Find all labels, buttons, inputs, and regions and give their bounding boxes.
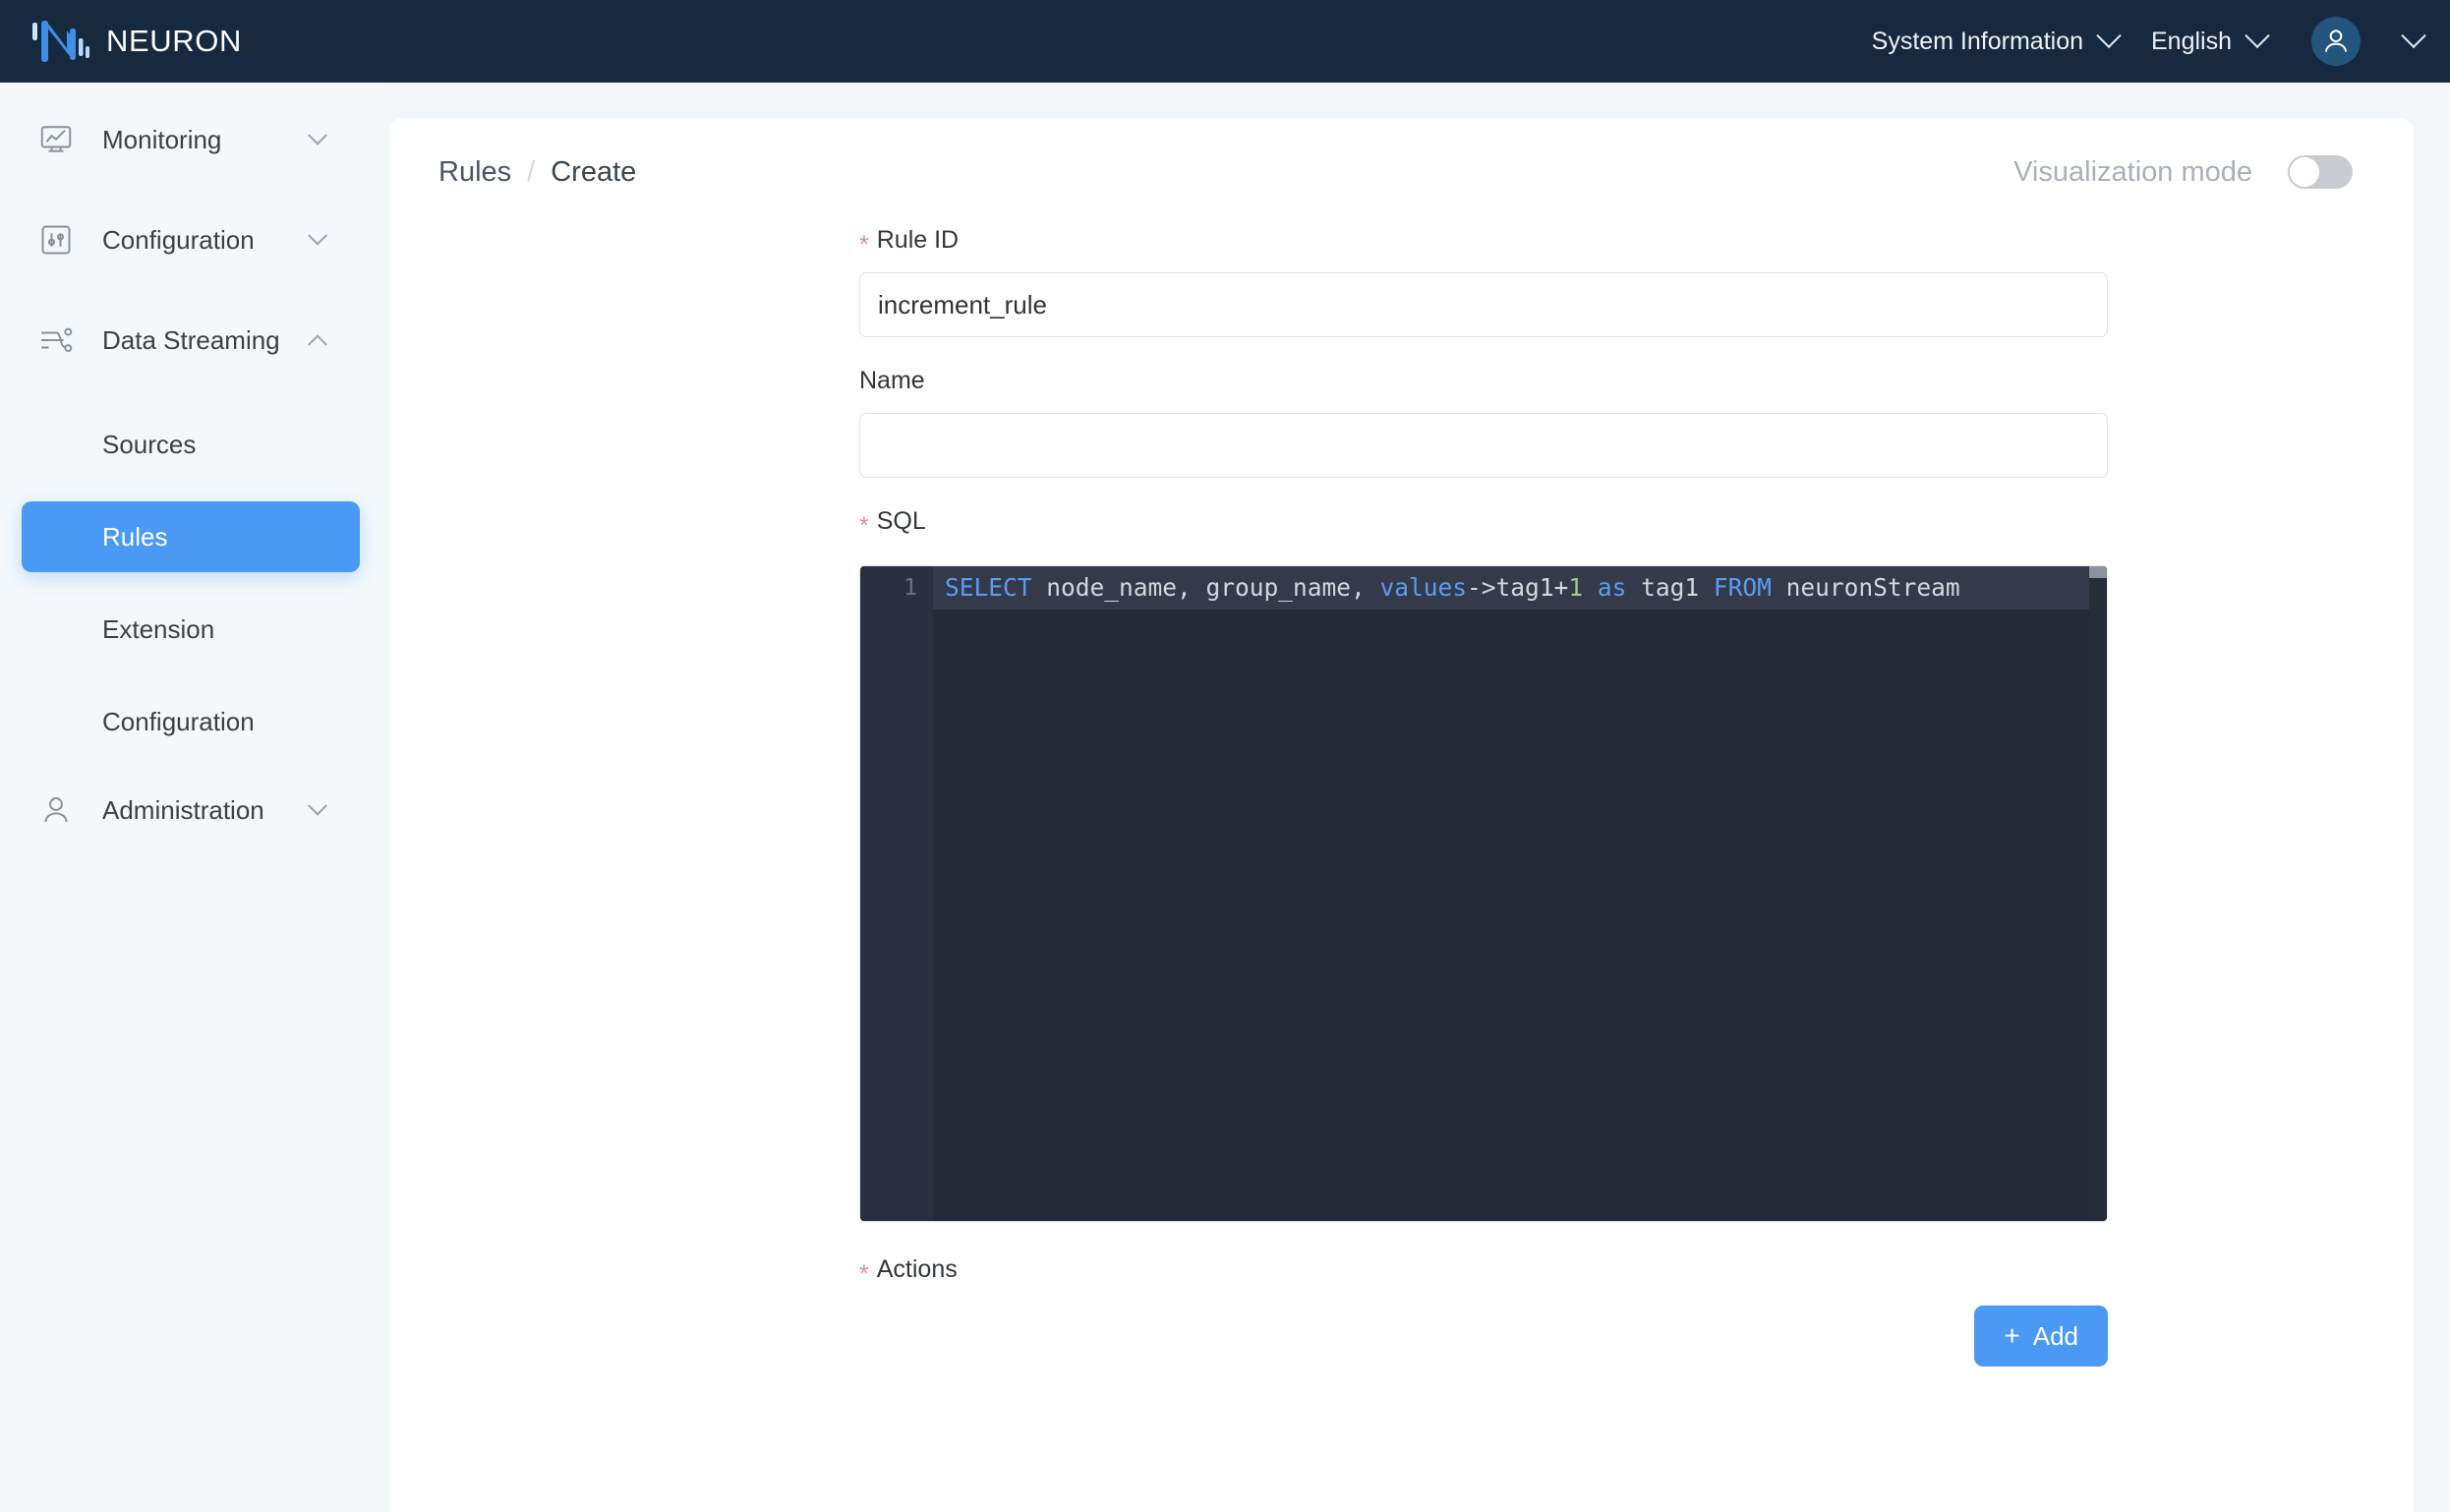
sidebar: Monitoring Configuration Data Streaming … <box>0 83 389 1512</box>
sidebar-item-rules[interactable]: Rules <box>22 501 360 572</box>
add-action-button[interactable]: + Add <box>1974 1306 2108 1367</box>
sql-token: node_name, group_name, <box>1031 573 1380 602</box>
chevron-down-icon <box>308 225 327 246</box>
sql-code-editor[interactable]: 1 SELECT node_name, group_name, values->… <box>859 565 2108 1222</box>
sql-token: ->tag1+ <box>1467 573 1569 602</box>
sql-token: SELECT <box>945 573 1032 602</box>
name-label-row: Name <box>859 367 2414 395</box>
field-actions: * Actions + Add <box>859 1255 2414 1367</box>
editor-body[interactable]: SELECT node_name, group_name, values->ta… <box>933 566 2089 1221</box>
sidebar-item-monitoring[interactable]: Monitoring <box>0 108 389 171</box>
rule-id-label-row: * Rule ID <box>859 226 2414 259</box>
sql-token: tag1 <box>1626 573 1714 602</box>
language-menu[interactable]: English <box>2151 23 2270 56</box>
visualization-mode-control: Visualization mode <box>2013 155 2353 189</box>
editor-line-number: 1 <box>904 575 917 601</box>
header-actions: System Information English <box>1838 17 2450 66</box>
brand: NEURON <box>29 17 242 66</box>
sidebar-item-label: Configuration <box>102 224 255 255</box>
sidebar-nav: Monitoring Configuration Data Streaming … <box>0 83 389 842</box>
system-information-menu[interactable]: System Information <box>1871 23 2122 56</box>
system-information-label: System Information <box>1871 27 2083 55</box>
field-sql: * SQL 1 SELECT node_name, group_name, va… <box>859 507 2414 1222</box>
name-label: Name <box>859 367 925 394</box>
plus-icon: + <box>2004 1320 2020 1351</box>
toggle-knob <box>2290 157 2319 187</box>
sql-token: neuronStream <box>1771 573 1960 602</box>
visualization-mode-toggle[interactable] <box>2288 155 2353 189</box>
sidebar-item-label: Extension <box>102 613 215 644</box>
sidebar-item-extension[interactable]: Extension <box>22 594 360 665</box>
chevron-down-icon <box>308 795 327 816</box>
editor-gutter: 1 <box>860 566 933 1221</box>
required-asterisk-icon: * <box>859 231 869 259</box>
person-icon <box>37 791 75 829</box>
sidebar-item-label: Rules <box>102 521 168 552</box>
editor-code-line[interactable]: SELECT node_name, group_name, values->ta… <box>933 566 2089 610</box>
data-stream-icon <box>37 321 75 359</box>
user-avatar-icon[interactable] <box>2311 17 2361 66</box>
scrollbar-thumb[interactable] <box>2089 566 2107 578</box>
sidebar-item-configuration[interactable]: Configuration <box>0 208 389 271</box>
app-header: NEURON System Information English <box>0 0 2450 83</box>
user-menu-toggle[interactable] <box>2388 23 2426 50</box>
sidebar-item-data-streaming[interactable]: Data Streaming <box>0 309 389 372</box>
add-button-label: Add <box>2032 1320 2078 1351</box>
sliders-icon <box>37 221 75 259</box>
brand-name: NEURON <box>106 24 242 58</box>
chevron-up-icon <box>308 334 327 355</box>
sidebar-item-label: Data Streaming <box>102 324 280 355</box>
breadcrumb-current: Create <box>551 155 637 188</box>
chevron-down-icon <box>2245 23 2270 49</box>
sidebar-item-sources[interactable]: Sources <box>22 409 360 480</box>
sql-token: values <box>1379 573 1468 602</box>
sidebar-item-label: Sources <box>102 429 197 459</box>
chevron-down-icon <box>308 125 327 145</box>
language-label: English <box>2151 27 2232 55</box>
chevron-down-icon <box>2096 23 2122 49</box>
chevron-down-icon <box>2401 23 2426 49</box>
neuron-logo-icon <box>29 17 90 66</box>
field-rule-id: * Rule ID <box>859 226 2414 337</box>
field-name: Name <box>859 367 2414 478</box>
sql-label-row: * SQL <box>859 507 2414 540</box>
sql-label: SQL <box>876 507 926 535</box>
editor-vertical-scrollbar[interactable] <box>2089 566 2107 1221</box>
rule-id-label: Rule ID <box>876 226 960 254</box>
monitor-chart-icon <box>37 121 75 158</box>
sidebar-item-label: Administration <box>102 794 264 825</box>
actions-toolbar: + Add <box>859 1306 2108 1367</box>
actions-label: Actions <box>876 1255 958 1283</box>
breadcrumb-parent[interactable]: Rules <box>438 156 511 189</box>
sql-token: FROM <box>1713 573 1772 602</box>
visualization-mode-label: Visualization mode <box>2013 155 2252 188</box>
sql-token: 1 <box>1568 573 1584 602</box>
main-panel: Rules / Create Visualization mode * Rule… <box>389 118 2414 1512</box>
sidebar-item-label: Monitoring <box>102 124 222 154</box>
sidebar-item-label: Configuration <box>102 706 255 736</box>
breadcrumb-separator: / <box>527 155 536 188</box>
breadcrumb: Rules / Create Visualization mode <box>389 118 2414 226</box>
rule-id-input[interactable] <box>859 272 2108 337</box>
sidebar-item-administration[interactable]: Administration <box>0 779 389 842</box>
required-asterisk-icon: * <box>859 512 869 540</box>
actions-label-row: * Actions <box>859 1255 2414 1288</box>
name-input[interactable] <box>859 413 2108 478</box>
sql-token: as <box>1597 573 1627 602</box>
sidebar-item-ds-configuration[interactable]: Configuration <box>22 686 360 757</box>
required-asterisk-icon: * <box>859 1260 869 1288</box>
rule-create-form: * Rule ID Name * SQL <box>389 226 2414 1512</box>
